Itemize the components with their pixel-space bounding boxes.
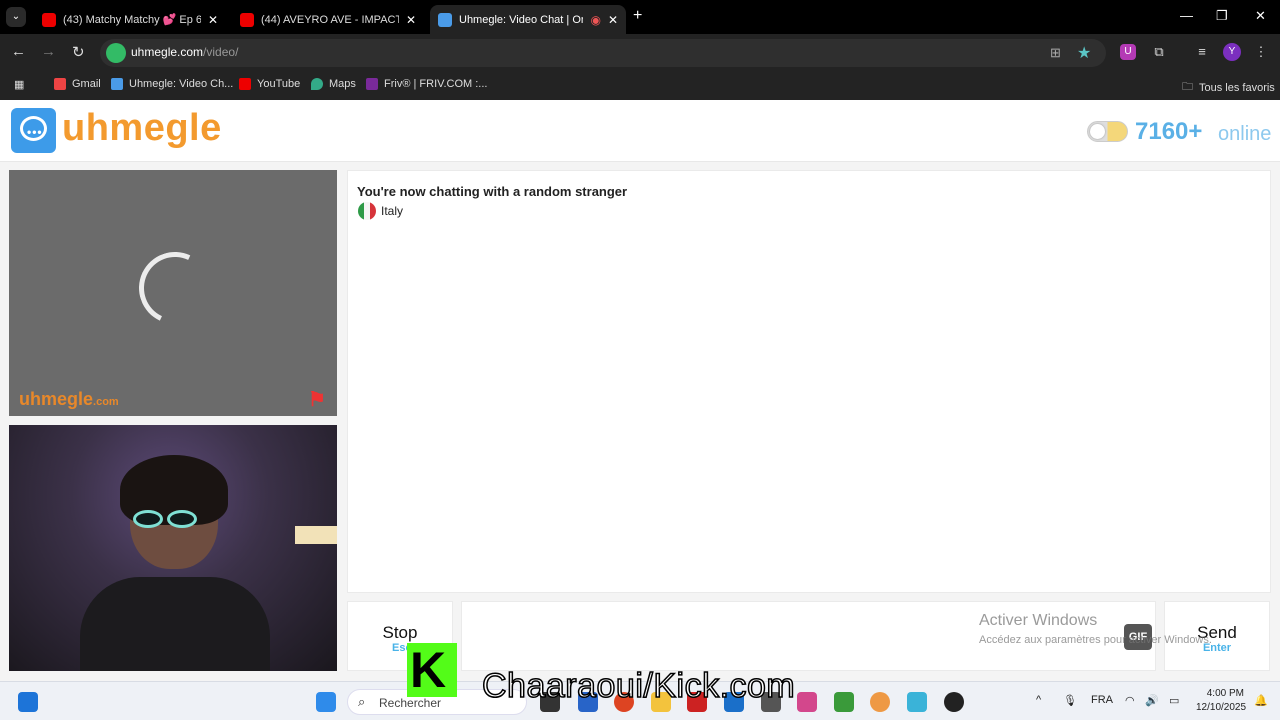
site-header: ••• uhmegle 7160+ online (0, 100, 1280, 162)
chat-log: You're now chatting with a random strang… (347, 170, 1271, 593)
chat-status-message: You're now chatting with a random strang… (357, 184, 628, 199)
instagram-icon[interactable] (797, 692, 817, 712)
browser-tab[interactable]: (43) Matchy Matchy 💕 Ep 62: ✕ (34, 5, 226, 34)
window-close-button[interactable]: ✕ (1255, 8, 1266, 24)
stream-overlay-text: Chaaraoui/Kick.com (481, 666, 796, 706)
chevron-up-icon[interactable]: ^ (1036, 694, 1041, 706)
theme-toggle[interactable] (1087, 121, 1128, 142)
minimize-button[interactable]: — (1180, 8, 1193, 23)
clock-time: 4:00 PM (1206, 688, 1244, 699)
watermark-text: uhmegle (19, 389, 94, 409)
video-watermark: uhmegle.com (19, 389, 119, 410)
extensions-puzzle-icon[interactable]: ⧉ (1151, 44, 1167, 60)
activation-subtitle: Accédez aux paramètres pour activer Wind… (979, 634, 1212, 646)
bookmark-star-icon[interactable]: ★ (1077, 43, 1091, 63)
bookmark-friv[interactable]: Friv® | FRIV.COM :... (366, 78, 487, 90)
youtube-icon (240, 12, 254, 27)
maps-icon (311, 78, 323, 90)
close-icon[interactable]: ✕ (208, 13, 218, 27)
kick-logo-letter: K (410, 642, 447, 698)
loading-spinner-icon (128, 241, 222, 335)
bookmark-label: Friv® | FRIV.COM :... (384, 78, 488, 90)
bookmark-label: Maps (329, 78, 356, 90)
online-count: 7160+ (1135, 118, 1203, 145)
notification-bell-icon[interactable]: 🔔 (1254, 694, 1268, 707)
activation-title: Activer Windows (979, 612, 1098, 629)
bookmark-youtube[interactable]: YouTube (239, 78, 300, 90)
uhmegle-icon (111, 78, 123, 90)
system-clock[interactable]: 4:00 PM 12/10/2025 (1196, 687, 1247, 715)
tab-title: (44) AVEYRO AVE - IMPACT [Pro (261, 13, 399, 26)
browser-tab[interactable]: (44) AVEYRO AVE - IMPACT [Pro ✕ (232, 5, 424, 34)
stranger-video: uhmegle.com ⚑ (9, 170, 337, 416)
new-tab-button[interactable]: + (633, 7, 642, 25)
chat-bubble-logo-icon[interactable]: ••• (11, 108, 56, 153)
uhmegle-icon (438, 12, 452, 27)
stop-label: Stop (382, 623, 418, 642)
kick-logo-icon: K (407, 643, 457, 697)
microphone-icon[interactable]: 🎙 (1063, 694, 1077, 707)
wifi-icon[interactable]: ◠ (1125, 694, 1135, 707)
bookmark-label: Gmail (72, 78, 101, 90)
close-icon[interactable]: ✕ (406, 13, 416, 27)
bookmark-maps[interactable]: Maps (311, 78, 356, 90)
online-label: online (1218, 123, 1272, 145)
profile-avatar[interactable]: Y (1223, 43, 1241, 61)
bookmark-uhmegle[interactable]: Uhmegle: Video Ch... (111, 78, 233, 90)
browser-toolbar: ← → ↻ uhmegle.com/video/ ⊞ ★ U ⧉ ≡ ⋮ (0, 34, 1280, 72)
clock-date: 12/10/2025 (1196, 702, 1247, 713)
bookmark-label: Uhmegle: Video Ch... (129, 78, 234, 90)
gmail-icon (54, 78, 66, 90)
youtube-icon (239, 78, 251, 90)
url-text[interactable]: uhmegle.com/video/ (131, 45, 238, 59)
forward-arrow-icon[interactable]: → (41, 43, 56, 60)
friv-icon (366, 78, 378, 90)
close-icon[interactable]: ✕ (608, 13, 618, 27)
folder-icon: 🗀 (1182, 81, 1193, 93)
maximize-button[interactable]: ❐ (1216, 8, 1228, 24)
search-placeholder: Rechercher (379, 696, 442, 710)
tab-title: (43) Matchy Matchy 💕 Ep 62: (63, 14, 201, 26)
address-bar[interactable]: uhmegle.com/video/ ⊞ ★ (100, 39, 1106, 67)
site-logo[interactable]: uhmegle (62, 107, 222, 150)
url-path: /video/ (203, 45, 239, 59)
bookmarks-folder-label: Tous les favoris (1199, 81, 1275, 94)
language-indicator[interactable]: FRA (1091, 694, 1113, 706)
italy-flag-icon (358, 202, 376, 220)
notepad-icon[interactable] (907, 692, 927, 712)
start-windows-icon[interactable] (316, 692, 336, 712)
reload-icon[interactable]: ↻ (72, 43, 85, 61)
watermark-domain: .com (93, 396, 119, 408)
widgets-icon[interactable] (18, 692, 38, 712)
windows-activation-watermark: Activer Windows Accédez aux paramètres p… (979, 612, 1212, 646)
url-host: uhmegle.com (131, 45, 204, 59)
stranger-country: Italy (381, 204, 404, 218)
obs-icon[interactable] (944, 692, 964, 712)
battery-icon[interactable]: ▭ (1169, 694, 1179, 707)
uhmegle-page: ••• uhmegle 7160+ online uhmegle.com ⚑ Y… (0, 100, 1280, 681)
chrome-icon[interactable] (870, 692, 890, 712)
bookmarks-folder[interactable]: 🗀 Tous les favoris (1182, 78, 1275, 97)
bookmarks-bar: ▦ Gmail Uhmegle: Video Ch... YouTube Map… (0, 72, 1280, 100)
app-icon[interactable] (834, 692, 854, 712)
tab-title: Uhmegle: Video Chat | Ome (459, 13, 584, 26)
translate-icon[interactable]: ⊞ (1050, 45, 1061, 61)
extension-u-icon[interactable]: U (1120, 44, 1136, 60)
tab-search-button[interactable]: ⌄ (6, 7, 26, 27)
browser-tab-strip: ⌄ (43) Matchy Matchy 💕 Ep 62: ✕ (44) AVE… (0, 0, 1280, 34)
bookmark-gmail[interactable]: Gmail (54, 78, 101, 90)
volume-icon[interactable]: 🔊 (1145, 694, 1159, 707)
recording-icon: ◉ (590, 12, 601, 27)
back-arrow-icon[interactable]: ← (11, 43, 26, 60)
browser-tab-active[interactable]: Uhmegle: Video Chat | Ome ◉ ✕ (430, 5, 626, 34)
menu-kebab-icon[interactable]: ⋮ (1253, 44, 1269, 60)
self-webcam-video (9, 425, 337, 671)
search-icon: ⌕ (358, 694, 366, 709)
report-flag-icon[interactable]: ⚑ (308, 387, 332, 411)
bookmark-label: YouTube (257, 78, 301, 90)
youtube-icon (42, 12, 56, 27)
site-info-icon[interactable] (106, 43, 126, 63)
apps-grid-icon[interactable]: ▦ (14, 78, 24, 91)
reading-list-icon[interactable]: ≡ (1194, 44, 1210, 60)
